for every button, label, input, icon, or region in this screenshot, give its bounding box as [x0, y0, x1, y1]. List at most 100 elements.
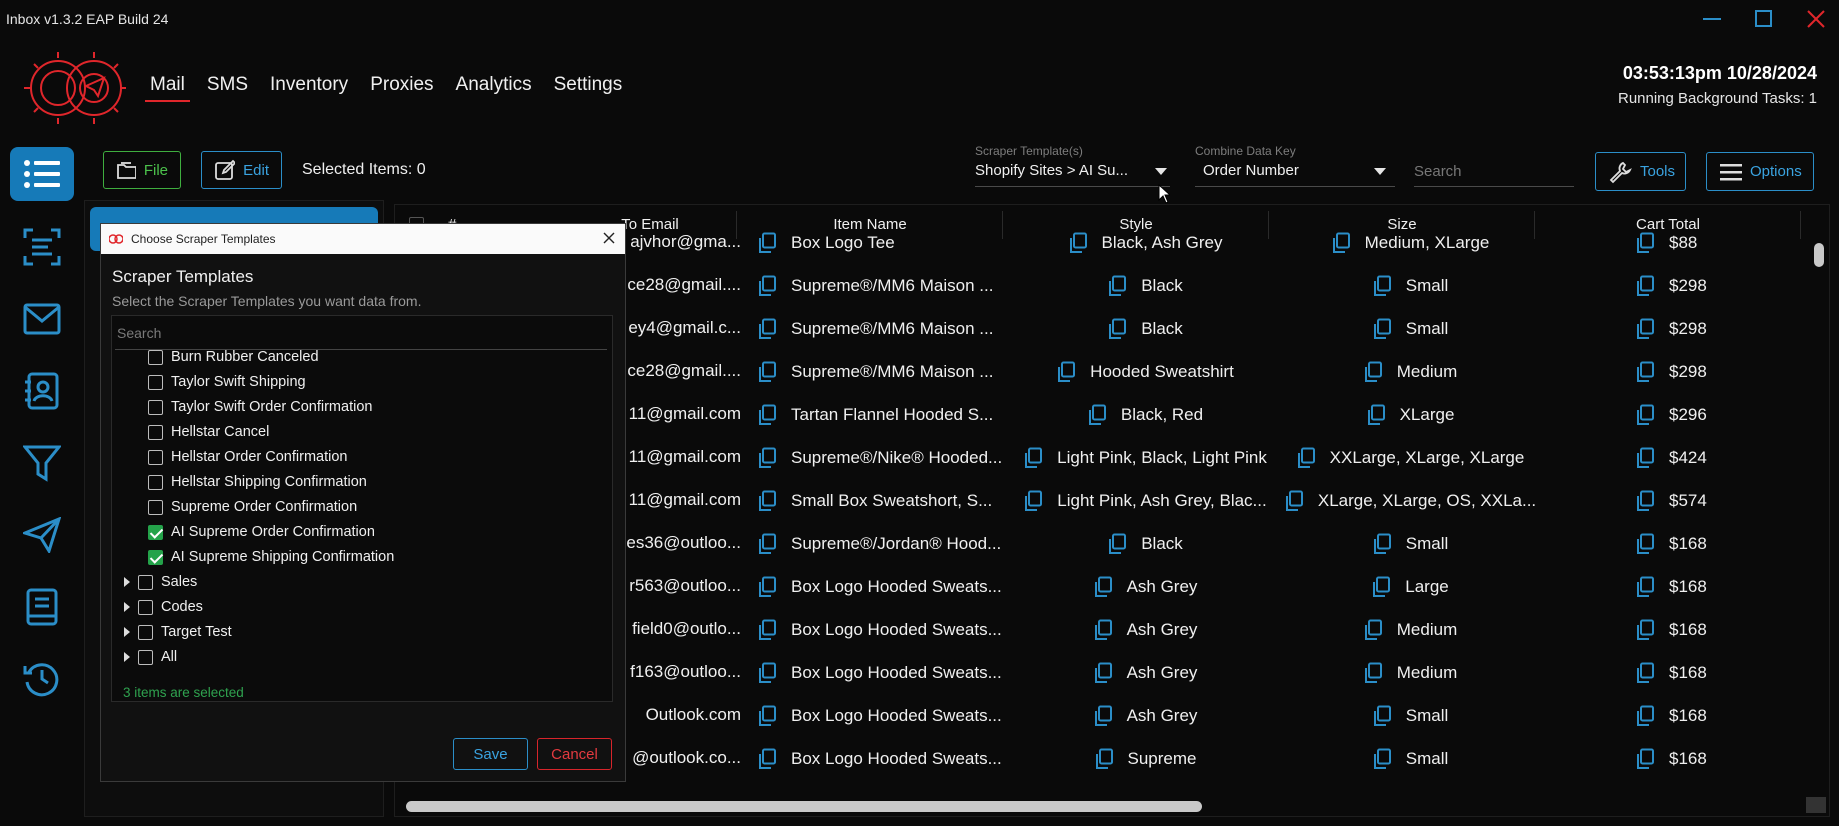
nav-sms[interactable]: SMS: [207, 74, 248, 102]
tools-button[interactable]: Tools: [1595, 152, 1686, 191]
template-item[interactable]: Burn Rubber Canceled: [148, 349, 319, 365]
copy-icon[interactable]: [1023, 490, 1043, 512]
group-checkbox[interactable]: [138, 574, 153, 590]
template-checkbox[interactable]: [148, 499, 163, 515]
copy-icon[interactable]: [1635, 533, 1655, 555]
copy-icon[interactable]: [1635, 490, 1655, 512]
copy-icon[interactable]: [757, 232, 777, 254]
expand-arrow-icon[interactable]: [124, 652, 130, 662]
copy-icon[interactable]: [1372, 748, 1392, 770]
copy-icon[interactable]: [1635, 275, 1655, 297]
copy-icon[interactable]: [1296, 447, 1316, 469]
file-button[interactable]: File: [103, 151, 181, 189]
rail-scan-button[interactable]: [10, 220, 74, 274]
template-checkbox[interactable]: [148, 449, 163, 465]
copy-icon[interactable]: [1635, 361, 1655, 383]
copy-icon[interactable]: [1366, 404, 1386, 426]
template-item[interactable]: Hellstar Order Confirmation: [148, 449, 347, 465]
copy-icon[interactable]: [1372, 275, 1392, 297]
copy-icon[interactable]: [1371, 576, 1391, 598]
group-checkbox[interactable]: [138, 649, 153, 665]
copy-icon[interactable]: [1635, 232, 1655, 254]
copy-icon[interactable]: [1635, 662, 1655, 684]
copy-icon[interactable]: [1094, 748, 1114, 770]
table-search-input[interactable]: Search: [1414, 163, 1574, 180]
combine-data-key-dropdown[interactable]: Combine Data Key Order Number: [1195, 144, 1395, 187]
rail-book-button[interactable]: [10, 580, 74, 634]
rail-list-button[interactable]: [10, 147, 74, 201]
copy-icon[interactable]: [757, 662, 777, 684]
copy-icon[interactable]: [1093, 662, 1113, 684]
copy-icon[interactable]: [757, 361, 777, 383]
close-window-button[interactable]: [1796, 4, 1836, 34]
template-item[interactable]: Hellstar Shipping Confirmation: [148, 474, 367, 490]
copy-icon[interactable]: [1372, 533, 1392, 555]
scraper-template-dropdown[interactable]: Scraper Template(s) Shopify Sites > AI S…: [975, 144, 1170, 187]
template-checkbox[interactable]: [148, 424, 163, 440]
copy-icon[interactable]: [1372, 705, 1392, 727]
copy-icon[interactable]: [1635, 748, 1655, 770]
copy-icon[interactable]: [1635, 576, 1655, 598]
copy-icon[interactable]: [1023, 447, 1043, 469]
template-checkbox[interactable]: [148, 349, 163, 365]
template-item[interactable]: Taylor Swift Shipping: [148, 374, 306, 390]
copy-icon[interactable]: [1635, 705, 1655, 727]
template-item[interactable]: Taylor Swift Order Confirmation: [148, 399, 372, 415]
copy-icon[interactable]: [757, 619, 777, 641]
copy-icon[interactable]: [1093, 705, 1113, 727]
copy-icon[interactable]: [757, 447, 777, 469]
template-group[interactable]: Target Test: [124, 624, 232, 640]
copy-icon[interactable]: [757, 748, 777, 770]
copy-icon[interactable]: [1363, 662, 1383, 684]
rail-mail-button[interactable]: [10, 292, 74, 346]
copy-icon[interactable]: [1363, 619, 1383, 641]
minimize-button[interactable]: [1692, 4, 1732, 34]
copy-icon[interactable]: [1635, 404, 1655, 426]
copy-icon[interactable]: [1635, 318, 1655, 340]
copy-icon[interactable]: [1068, 232, 1088, 254]
template-checkbox[interactable]: [148, 399, 163, 415]
template-item[interactable]: Supreme Order Confirmation: [148, 499, 357, 515]
template-checkbox[interactable]: [148, 524, 163, 540]
rail-filter-button[interactable]: [10, 436, 74, 490]
rail-history-button[interactable]: [10, 652, 74, 706]
template-item[interactable]: Hellstar Cancel: [148, 424, 269, 440]
copy-icon[interactable]: [1331, 232, 1351, 254]
template-group[interactable]: Codes: [124, 599, 203, 615]
dialog-search-input[interactable]: Search: [117, 325, 161, 341]
nav-settings[interactable]: Settings: [554, 74, 623, 102]
template-checkbox[interactable]: [148, 374, 163, 390]
rail-contacts-button[interactable]: [10, 364, 74, 418]
copy-icon[interactable]: [757, 404, 777, 426]
copy-icon[interactable]: [757, 705, 777, 727]
dialog-close-icon[interactable]: [599, 228, 619, 248]
group-checkbox[interactable]: [138, 624, 153, 640]
rail-send-button[interactable]: [10, 508, 74, 562]
copy-icon[interactable]: [1107, 533, 1127, 555]
copy-icon[interactable]: [757, 576, 777, 598]
template-item[interactable]: AI Supreme Shipping Confirmation: [148, 549, 394, 565]
copy-icon[interactable]: [1056, 361, 1076, 383]
copy-icon[interactable]: [1087, 404, 1107, 426]
vertical-scrollbar[interactable]: [1814, 243, 1824, 267]
copy-icon[interactable]: [1363, 361, 1383, 383]
copy-icon[interactable]: [1107, 318, 1127, 340]
copy-icon[interactable]: [1372, 318, 1392, 340]
copy-icon[interactable]: [1284, 490, 1304, 512]
expand-arrow-icon[interactable]: [124, 627, 130, 637]
copy-icon[interactable]: [757, 275, 777, 297]
template-checkbox[interactable]: [148, 474, 163, 490]
save-button[interactable]: Save: [453, 738, 528, 770]
copy-icon[interactable]: [1635, 447, 1655, 469]
nav-proxies[interactable]: Proxies: [370, 74, 433, 102]
copy-icon[interactable]: [1093, 619, 1113, 641]
expand-arrow-icon[interactable]: [124, 602, 130, 612]
template-group[interactable]: All: [124, 649, 177, 665]
nav-mail[interactable]: Mail: [145, 74, 190, 102]
horizontal-scrollbar[interactable]: [406, 801, 1202, 812]
expand-arrow-icon[interactable]: [124, 577, 130, 587]
template-checkbox[interactable]: [148, 549, 163, 565]
maximize-button[interactable]: [1744, 4, 1784, 34]
cancel-button[interactable]: Cancel: [537, 738, 612, 770]
copy-icon[interactable]: [757, 318, 777, 340]
